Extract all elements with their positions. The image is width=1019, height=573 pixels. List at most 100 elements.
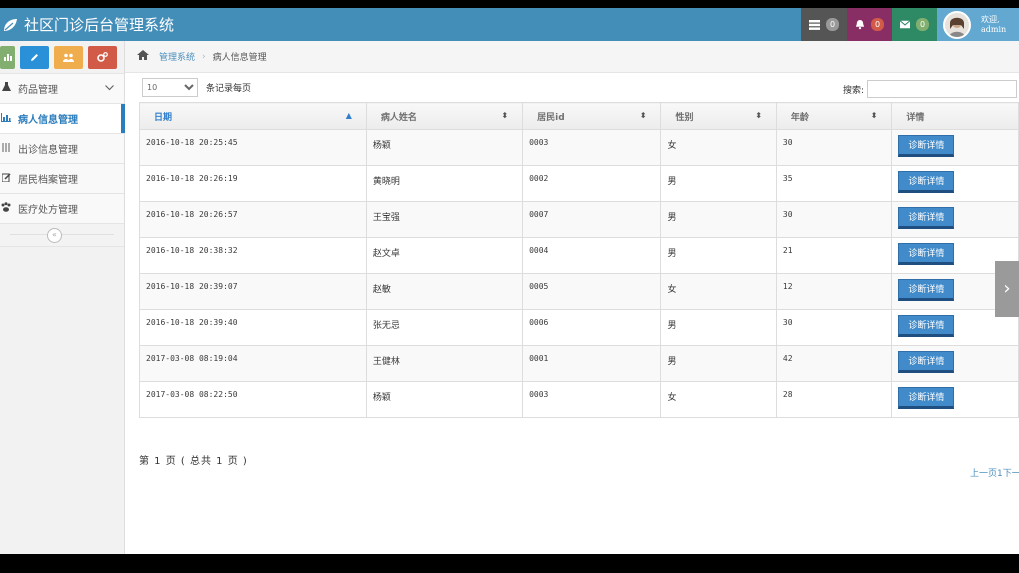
cell-resident-id: 0005: [522, 273, 662, 310]
diagnosis-details-button[interactable]: 诊断详情: [898, 351, 955, 373]
sidebar-shortcuts: [0, 41, 124, 73]
sort-asc-icon: ▲: [345, 111, 352, 120]
username-label: admin: [981, 24, 1007, 34]
cell-sex: 男: [660, 237, 777, 274]
shortcut-chart-button[interactable]: [0, 45, 15, 69]
page-length-control: 10 条记录每页: [142, 78, 251, 97]
user-avatar-icon: [945, 12, 969, 37]
cell-age: 30: [775, 309, 893, 346]
sidebar-item-label: 医疗处方管理: [18, 205, 78, 216]
diagnosis-details-button[interactable]: 诊断详情: [898, 279, 955, 301]
breadcrumb-root-link[interactable]: 管理系统: [159, 50, 195, 63]
chevron-right-icon[interactable]: ›: [995, 261, 1019, 317]
brand[interactable]: 社区门诊后台管理系统: [0, 8, 174, 41]
breadcrumb-current: 病人信息管理: [212, 53, 267, 63]
envelope-icon: [900, 20, 910, 29]
sidebar-item-residents[interactable]: 居民档案管理: [0, 163, 124, 193]
sidebar-item-label: 居民档案管理: [18, 175, 78, 186]
diagnosis-details-button[interactable]: 诊断详情: [898, 171, 955, 193]
sidebar-item-label: 病人信息管理: [18, 115, 78, 126]
table-row: 2016-10-18 20:39:40 张无忌 0006 男 30 诊断详情: [139, 309, 1019, 346]
column-header-resident-id[interactable]: 居民id ⬍: [522, 102, 662, 130]
cell-name: 杨颖: [365, 381, 524, 418]
table-row: 2016-10-18 20:38:32 赵文卓 0004 男 21 诊断详情: [139, 237, 1019, 274]
table-row: 2016-10-18 20:26:57 王宝强 0007 男 30 诊断详情: [139, 201, 1019, 238]
column-label: 详情: [906, 112, 925, 123]
edit-icon: [0, 172, 12, 185]
chevron-down-icon: [105, 83, 114, 94]
column-label: 居民id: [537, 112, 565, 123]
column-header-date[interactable]: 日期 ▲: [139, 102, 367, 130]
cell-date: 2016-10-18 20:26:57: [139, 201, 367, 238]
sidebar-item-patients[interactable]: 病人信息管理: [0, 103, 125, 133]
breadcrumb: 管理系统 › 病人信息管理: [125, 41, 1019, 73]
welcome-text: 欢迎, admin: [981, 15, 1006, 35]
sidebar-item-drugs[interactable]: 药品管理: [0, 73, 124, 103]
table-row: 2016-10-18 20:25:45 杨颖 0003 女 30 诊断详情: [139, 129, 1019, 166]
shortcut-users-button[interactable]: [54, 45, 83, 69]
paw-icon: [0, 202, 12, 215]
home-icon[interactable]: [137, 50, 149, 63]
sidebar-item-visits[interactable]: 出诊信息管理: [0, 133, 124, 163]
cell-age: 12: [775, 273, 893, 310]
welcome-label: 欢迎,: [981, 14, 1000, 24]
column-label: 日期: [154, 112, 173, 123]
cell-age: 28: [775, 381, 893, 418]
cell-details: 诊断详情: [891, 201, 1019, 238]
page-length-select[interactable]: 10: [142, 78, 198, 97]
cell-age: 35: [775, 165, 893, 202]
sidebar-item-label: 药品管理: [18, 85, 58, 96]
table-row: 2017-03-08 08:22:50 杨颖 0003 女 28 诊断详情: [139, 381, 1019, 418]
bar-chart-icon: [0, 112, 12, 125]
cell-resident-id: 0004: [522, 237, 662, 274]
cell-details: 诊断详情: [891, 129, 1019, 166]
search-input[interactable]: [867, 80, 1018, 98]
sidebar: 药品管理 病人信息管理 出诊信息管理 居民档案管理 医疗处方管理 «: [0, 41, 125, 554]
diagnosis-details-button[interactable]: 诊断详情: [898, 387, 955, 409]
cell-name: 杨颖: [365, 129, 524, 166]
leaf-icon: [4, 18, 17, 31]
diagnosis-details-button[interactable]: 诊断详情: [898, 243, 955, 265]
cell-date: 2016-10-18 20:39:40: [139, 309, 367, 346]
sort-both-icon: ⬍: [501, 111, 509, 120]
cell-sex: 男: [660, 345, 777, 382]
avatar: [943, 10, 971, 39]
cell-sex: 男: [660, 201, 777, 238]
diagnosis-details-button[interactable]: 诊断详情: [898, 315, 955, 337]
cell-date: 2016-10-18 20:39:07: [139, 273, 367, 310]
cell-date: 2017-03-08 08:19:04: [139, 345, 367, 382]
sidebar-collapse-button[interactable]: «: [47, 228, 62, 243]
diagnosis-details-button[interactable]: 诊断详情: [898, 135, 955, 157]
shortcut-edit-button[interactable]: [20, 45, 49, 69]
tasks-icon: [809, 19, 820, 30]
cell-details: 诊断详情: [891, 165, 1019, 202]
breadcrumb-separator-icon: ›: [202, 51, 206, 62]
cell-age: 42: [775, 345, 893, 382]
user-menu[interactable]: 欢迎, admin: [937, 8, 1019, 41]
bar-chart-icon: [3, 54, 12, 61]
search-label: 搜索:: [843, 85, 865, 96]
pagination-nav[interactable]: 上一页1下一: [970, 466, 1019, 479]
cell-age: 21: [775, 237, 893, 274]
shortcut-settings-button[interactable]: [88, 45, 117, 69]
column-header-age[interactable]: 年龄 ⬍: [775, 102, 893, 130]
cell-resident-id: 0002: [522, 165, 662, 202]
column-header-name[interactable]: 病人姓名 ⬍: [365, 102, 524, 130]
table-row: 2016-10-18 20:26:19 黄晓明 0002 男 35 诊断详情: [139, 165, 1019, 202]
notifications-button[interactable]: 0: [847, 8, 892, 41]
column-label: 年龄: [790, 112, 809, 123]
column-header-sex[interactable]: 性别 ⬍: [660, 102, 777, 130]
cell-age: 30: [775, 129, 893, 166]
cell-age: 30: [775, 201, 893, 238]
diagnosis-details-button[interactable]: 诊断详情: [898, 207, 955, 229]
cell-sex: 男: [660, 309, 777, 346]
users-icon: [63, 53, 74, 62]
messages-button[interactable]: 0: [892, 8, 937, 41]
sidebar-collapse-bar: «: [0, 223, 124, 247]
tasks-button[interactable]: 0: [801, 8, 847, 41]
pencil-icon: [31, 53, 38, 61]
sort-both-icon: ⬍: [755, 111, 762, 120]
sidebar-item-prescriptions[interactable]: 医疗处方管理: [0, 193, 124, 223]
flask-icon: [0, 82, 12, 95]
cell-date: 2017-03-08 08:22:50: [139, 381, 367, 418]
